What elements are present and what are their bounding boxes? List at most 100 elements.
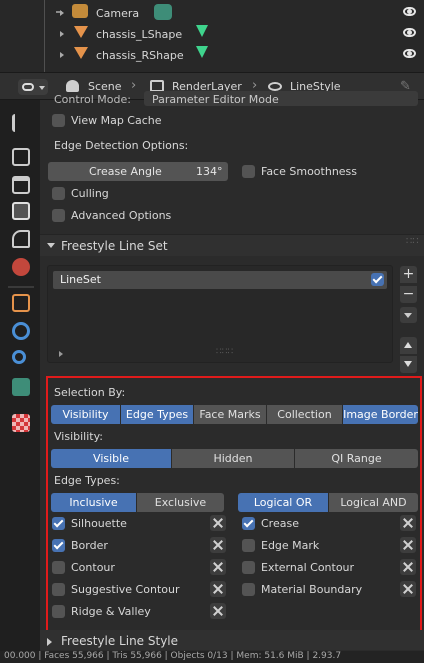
object-data-tab-icon[interactable] — [12, 378, 30, 396]
visibility-qi-range-option[interactable]: QI Range — [295, 449, 418, 468]
visibility-visible-option[interactable]: Visible — [51, 449, 171, 468]
move-up-button[interactable] — [400, 337, 417, 354]
constraints-tab-icon[interactable] — [12, 350, 26, 364]
border-exclude-toggle[interactable] — [210, 537, 226, 553]
silhouette-label: Silhouette — [71, 517, 127, 530]
culling-label: Culling — [71, 187, 109, 200]
view-map-cache-label: View Map Cache — [71, 114, 162, 127]
expand-arrow-icon[interactable] — [60, 10, 64, 16]
visibility-eye-icon[interactable] — [403, 7, 416, 16]
outliner-item-label: chassis_LShape — [96, 28, 183, 41]
edge-mark-label: Edge Mark — [261, 539, 320, 552]
contour-checkbox[interactable] — [52, 561, 65, 574]
camera-data-icon — [154, 4, 172, 20]
lineset-specials-button[interactable] — [400, 307, 417, 323]
lineset-item-name: LineSet — [60, 273, 101, 286]
edge-detection-label: Edge Detection Options: — [54, 139, 189, 152]
ridge-valley-exclude-toggle[interactable] — [210, 603, 226, 619]
output-tab-icon[interactable] — [12, 176, 30, 194]
linestyle-panel-title: Freestyle Line Style — [61, 634, 179, 648]
expand-arrow-icon[interactable] — [60, 31, 64, 37]
list-filter-arrow-icon[interactable] — [59, 351, 63, 357]
selection-image-border-toggle[interactable]: Image Border — [343, 405, 418, 424]
crease-checkbox[interactable] — [242, 517, 255, 530]
view-map-cache-checkbox[interactable] — [52, 114, 65, 127]
chevron-down-icon — [404, 313, 412, 318]
ridge-valley-checkbox[interactable] — [52, 605, 65, 618]
edge-mark-checkbox[interactable] — [242, 539, 255, 552]
edge-mark-exclude-toggle[interactable] — [400, 537, 416, 553]
border-label: Border — [71, 539, 108, 552]
crease-exclude-toggle[interactable] — [400, 515, 416, 531]
silhouette-checkbox[interactable] — [52, 517, 65, 530]
suggestive-contour-exclude-toggle[interactable] — [210, 581, 226, 597]
visibility-hidden-option[interactable]: Hidden — [172, 449, 294, 468]
status-bar: 00.000 | Faces 55,966 | Tris 55,966 | Ob… — [0, 651, 424, 663]
crease-label: Crease — [261, 517, 299, 530]
properties-editor-icon — [22, 83, 34, 91]
contour-label: Contour — [71, 561, 115, 574]
lineset-enabled-checkbox[interactable] — [371, 273, 384, 286]
advanced-options-checkbox[interactable] — [52, 209, 65, 222]
lineset-panel-header[interactable]: Freestyle Line Set ∷∷ — [40, 234, 424, 256]
outliner-item-camera[interactable]: Camera — [0, 3, 424, 24]
visibility-eye-icon[interactable] — [403, 28, 416, 37]
visibility-eye-icon[interactable] — [403, 49, 416, 58]
lineset-list-item[interactable]: LineSet — [53, 271, 387, 289]
mesh-object-icon — [74, 47, 88, 59]
control-mode-dropdown[interactable]: Parameter Editor Mode — [144, 91, 418, 106]
mesh-data-icon — [196, 46, 208, 58]
external-contour-exclude-toggle[interactable] — [400, 559, 416, 575]
texture-tab-icon[interactable] — [12, 414, 30, 432]
culling-checkbox[interactable] — [52, 187, 65, 200]
face-smoothness-checkbox[interactable] — [242, 165, 255, 178]
list-resize-handle[interactable]: ∷∷∷ — [216, 347, 233, 357]
render-tab-icon[interactable] — [12, 148, 30, 166]
selection-visibility-toggle[interactable]: Visibility — [51, 405, 120, 424]
chevron-down-icon — [39, 86, 45, 90]
outliner: Camera chassis_LShape chassis_RShape — [0, 0, 424, 72]
world-tab-icon[interactable] — [12, 258, 30, 276]
outliner-item-chassis-lshape[interactable]: chassis_LShape — [0, 24, 424, 45]
advanced-options-label: Advanced Options — [71, 209, 172, 222]
arrow-up-icon — [404, 342, 412, 348]
silhouette-exclude-toggle[interactable] — [210, 515, 226, 531]
visibility-label: Visibility: — [54, 430, 104, 443]
selection-collection-toggle[interactable]: Collection — [267, 405, 342, 424]
editor-type-button[interactable] — [18, 79, 48, 95]
ridge-valley-label: Ridge & Valley — [71, 605, 151, 618]
outliner-item-chassis-rshape[interactable]: chassis_RShape — [0, 45, 424, 66]
object-tab-icon[interactable] — [12, 294, 30, 312]
edge-logic-and-option[interactable]: Logical AND — [329, 493, 418, 512]
scene-tab-icon[interactable] — [12, 230, 30, 248]
breadcrumb-scene[interactable]: Scene — [88, 80, 122, 93]
material-boundary-checkbox[interactable] — [242, 583, 255, 596]
linestyle-panel-header[interactable]: Freestyle Line Style — [40, 630, 424, 650]
expand-arrow-icon[interactable] — [60, 52, 64, 58]
suggestive-contour-checkbox[interactable] — [52, 583, 65, 596]
remove-lineset-button[interactable]: − — [400, 286, 417, 303]
contour-exclude-toggle[interactable] — [210, 559, 226, 575]
view-layer-tab-icon[interactable] — [12, 202, 30, 220]
lineset-list: LineSet ∷∷∷ — [47, 265, 393, 363]
selection-face-marks-toggle[interactable]: Face Marks — [194, 405, 266, 424]
add-lineset-button[interactable]: + — [400, 266, 417, 283]
move-down-button[interactable] — [400, 356, 417, 373]
edge-logic-or-option[interactable]: Logical OR — [238, 493, 328, 512]
selection-by-label: Selection By: — [54, 386, 126, 399]
material-boundary-exclude-toggle[interactable] — [400, 581, 416, 597]
edge-mode-exclusive-option[interactable]: Exclusive — [137, 493, 224, 512]
border-checkbox[interactable] — [52, 539, 65, 552]
tool-tab-icon[interactable] — [12, 114, 30, 132]
drag-handle-icon[interactable]: ∷∷ — [406, 236, 419, 247]
external-contour-checkbox[interactable] — [242, 561, 255, 574]
arrow-down-icon — [404, 361, 412, 367]
crease-angle-label: Crease Angle — [89, 165, 162, 178]
selection-edge-types-toggle[interactable]: Edge Types — [121, 405, 193, 424]
linestyle-icon — [268, 82, 282, 91]
crease-angle-slider[interactable]: Crease Angle 134° — [48, 162, 228, 181]
crease-angle-value: 134° — [196, 165, 223, 178]
edge-types-label: Edge Types: — [54, 474, 120, 487]
physics-tab-icon[interactable] — [12, 322, 30, 340]
edge-mode-inclusive-option[interactable]: Inclusive — [51, 493, 136, 512]
